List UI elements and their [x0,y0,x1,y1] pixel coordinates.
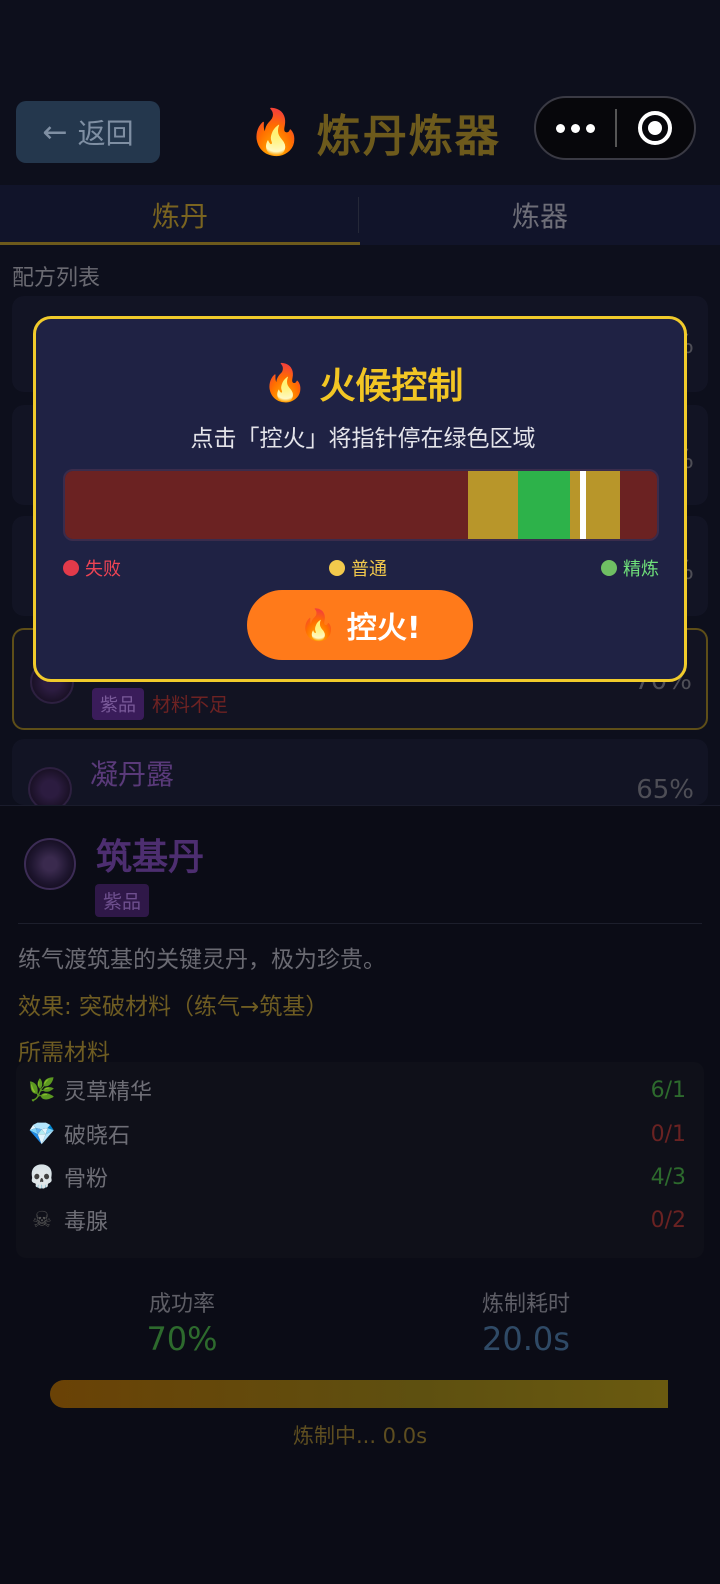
tab-bar: 炼丹 炼器 [0,185,720,245]
legend-dot [329,560,345,576]
recipe-success-rate: 65% [636,775,694,805]
meter-normal-zone [467,471,518,539]
legend-fail: 失败 [63,555,121,581]
material-count: 4/3 [650,1164,686,1190]
page-title-text: 炼丹炼器 [316,111,501,162]
material-row: 💎 破晓石 0/1 [16,1114,704,1154]
control-fire-label: 控火! [346,611,421,646]
modal-title: 🔥 火候控制 [36,357,690,409]
fire-icon: 🔥 [248,107,305,158]
herb-icon: 🌿 [28,1077,56,1103]
recipe-name: 凝丹露 [90,758,175,791]
refine-progress-text: 炼制中... 0.0s [292,1424,428,1448]
skull-icon: 💀 [28,1164,56,1190]
meter-needle [580,471,587,539]
legend-label: 失败 [85,559,121,580]
material-name: 毒腺 [64,1210,109,1235]
modal-title-text: 火候控制 [319,366,464,407]
heat-meter [63,469,659,541]
recipe-effect: 效果: 突破材料（练气→筑基） [18,994,329,1020]
alchemy-page: ← 返回 🔥 炼丹炼器 炼丹 炼器 配方列表 % % % 70% 紫品 材料 [0,0,720,1584]
divider [18,923,702,924]
refine-time-label: 炼制耗时 [481,1292,570,1317]
success-rate-value: 70% [146,1320,218,1358]
detail-recipe-name: 筑基丹 [96,837,205,878]
tab-divider [358,197,359,233]
back-label: 返回 [77,117,134,150]
material-count: 0/1 [650,1121,686,1147]
success-rate-label: 成功率 [148,1292,215,1317]
meter-perfect-zone [517,471,570,539]
fire-icon: 🔥 [299,607,337,643]
recipe-card[interactable]: 凝丹露 65% [12,739,708,805]
material-row: 💀 骨粉 4/3 [16,1157,704,1197]
more-menu-icon[interactable] [536,123,615,133]
recipe-list-label: 配方列表 [12,266,101,291]
meter-legend: 失败 普通 精炼 [63,551,659,581]
material-row: ☠ 毒腺 0/2 [16,1200,704,1240]
legend-label: 精炼 [623,559,659,580]
tab-alchemy[interactable]: 炼丹 [0,185,360,245]
recipe-description: 练气渡筑基的关键灵丹，极为珍贵。 [18,947,386,973]
insufficient-materials-text: 材料不足 [152,694,229,716]
material-name: 骨粉 [64,1167,109,1192]
legend-label: 普通 [351,559,387,580]
fire-icon: 🔥 [262,363,308,404]
tab-forging[interactable]: 炼器 [360,185,720,245]
back-arrow-icon: ← [42,114,68,150]
meter-fail-zone [620,471,657,539]
material-name: 灵草精华 [64,1080,153,1105]
pill-orb-icon [28,767,72,805]
rarity-badge: 紫品 [95,884,150,917]
refine-progress-bar [50,1380,668,1408]
material-name: 破晓石 [64,1124,131,1149]
page-title: 🔥 炼丹炼器 [248,102,501,162]
modal-instructions: 点击「控火」将指针停在绿色区域 [190,426,536,452]
refine-time-value: 20.0s [482,1320,570,1358]
material-row: 🌿 灵草精华 6/1 [16,1070,704,1110]
header: ← 返回 🔥 炼丹炼器 [0,0,720,185]
legend-perfect: 精炼 [601,555,659,581]
legend-normal: 普通 [329,555,387,581]
control-fire-button[interactable]: 🔥 控火! [247,590,473,660]
poison-icon: ☠ [32,1207,52,1233]
miniprogram-capsule [534,96,696,160]
meter-normal-zone [569,471,621,539]
rarity-badge: 紫品 [92,688,144,720]
close-miniprogram-icon[interactable] [617,111,694,145]
pill-orb-icon [24,838,76,890]
material-count: 6/1 [650,1077,686,1103]
legend-dot [601,560,617,576]
gem-icon: 💎 [28,1121,56,1147]
back-button[interactable]: ← 返回 [16,101,160,163]
heat-control-modal: 🔥 火候控制 点击「控火」将指针停在绿色区域 失败 普通 精炼 🔥 控火! [33,316,687,682]
meter-fail-zone [65,471,468,539]
material-count: 0/2 [650,1207,686,1233]
legend-dot [63,560,79,576]
materials-list: 🌿 灵草精华 6/1 💎 破晓石 0/1 💀 骨粉 4/3 ☠ 毒腺 0/2 [16,1062,704,1258]
